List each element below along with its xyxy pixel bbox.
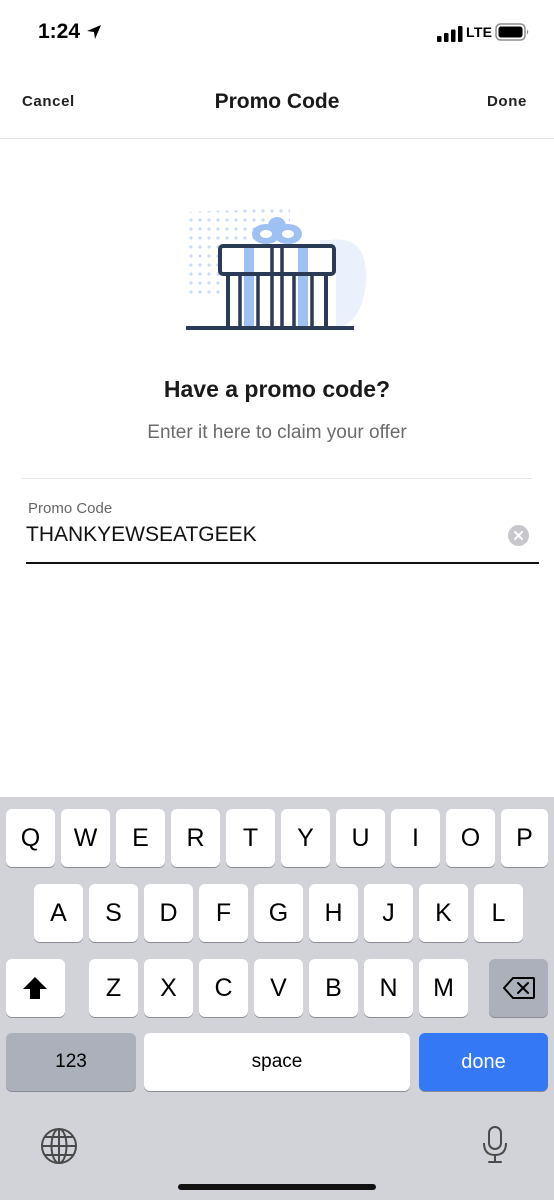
key-q[interactable]: Q (6, 809, 55, 867)
battery-icon (495, 23, 529, 41)
done-button[interactable]: Done (487, 93, 527, 110)
key-j[interactable]: J (364, 884, 413, 942)
promo-code-input[interactable] (26, 520, 496, 550)
key-d[interactable]: D (144, 884, 193, 942)
gift-icon (186, 208, 367, 330)
key-z[interactable]: Z (89, 959, 138, 1017)
promo-code-field: Promo Code (26, 496, 539, 566)
key-c[interactable]: C (199, 959, 248, 1017)
key-w[interactable]: W (61, 809, 110, 867)
key-i[interactable]: I (391, 809, 440, 867)
done-key[interactable]: done (419, 1033, 548, 1091)
key-a[interactable]: A (34, 884, 83, 942)
clear-icon[interactable] (508, 525, 529, 546)
key-k[interactable]: K (419, 884, 468, 942)
promo-subheading: Enter it here to claim your offer (147, 422, 407, 443)
key-n[interactable]: N (364, 959, 413, 1017)
key-u[interactable]: U (336, 809, 385, 867)
key-o[interactable]: O (446, 809, 495, 867)
space-key[interactable]: space (144, 1033, 410, 1091)
home-indicator[interactable] (178, 1184, 376, 1190)
keyboard: Q W E R T Y U I O P A S D F G H J K L Z … (0, 797, 554, 1200)
promo-code-label: Promo Code (28, 500, 113, 517)
key-x[interactable]: X (144, 959, 193, 1017)
shift-key[interactable] (6, 959, 65, 1017)
key-p[interactable]: P (501, 809, 548, 867)
key-m[interactable]: M (419, 959, 468, 1017)
key-t[interactable]: T (226, 809, 275, 867)
signal-icon (437, 26, 463, 42)
key-e[interactable]: E (116, 809, 165, 867)
page-title: Promo Code (214, 90, 340, 113)
key-r[interactable]: R (171, 809, 220, 867)
location-arrow-icon (87, 25, 101, 39)
backspace-icon (503, 977, 535, 999)
status-time: 1:24 (38, 20, 81, 43)
status-bar: 1:24 LTE (0, 0, 554, 66)
network-type: LTE (466, 24, 493, 40)
globe-icon[interactable] (40, 1127, 78, 1165)
key-l[interactable]: L (474, 884, 523, 942)
promo-heading: Have a promo code? (163, 376, 391, 402)
key-y[interactable]: Y (281, 809, 330, 867)
nav-bar: Cancel Promo Code Done (0, 66, 554, 139)
input-underline (26, 562, 539, 564)
key-f[interactable]: F (199, 884, 248, 942)
key-s[interactable]: S (89, 884, 138, 942)
key-h[interactable]: H (309, 884, 358, 942)
backspace-key[interactable] (489, 959, 548, 1017)
numbers-key[interactable]: 123 (6, 1033, 136, 1091)
divider (22, 478, 532, 479)
key-v[interactable]: V (254, 959, 303, 1017)
microphone-icon[interactable] (480, 1125, 510, 1165)
key-g[interactable]: G (254, 884, 303, 942)
shift-icon (23, 977, 47, 999)
key-b[interactable]: B (309, 959, 358, 1017)
